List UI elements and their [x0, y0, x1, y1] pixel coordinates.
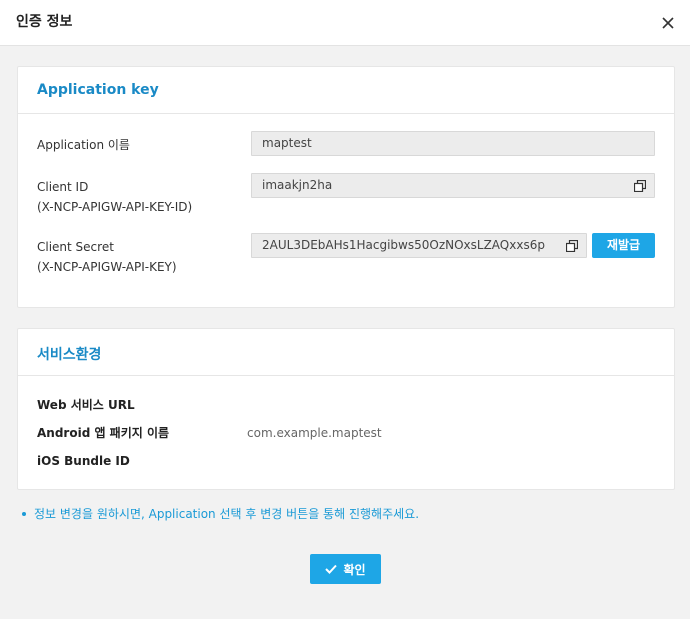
client-id-field: imaakjn2ha — [251, 173, 655, 198]
app-name-field: maptest — [251, 131, 655, 156]
web-url-label: Web 서비스 URL — [37, 398, 135, 412]
client-id-label: Client ID (X-NCP-APIGW-API-KEY-ID) — [37, 177, 192, 217]
client-secret-value: 2AUL3DEbAHs1Hacgibws50OzNOxsLZAQxxs6p — [262, 238, 545, 252]
app-name-label: Application 이름 — [37, 138, 130, 152]
auth-info-modal: 인증 정보 Application key Application 이름 map… — [0, 0, 690, 619]
notice-message: 정보 변경을 원하시면, Application 선택 후 변경 버튼을 통해 … — [34, 507, 420, 521]
client-secret-label: Client Secret (X-NCP-APIGW-API-KEY) — [37, 237, 177, 277]
confirm-button[interactable]: 확인 — [310, 554, 381, 584]
notice-text: 정보 변경을 원하시면, Application 선택 후 변경 버튼을 통해 … — [22, 505, 419, 523]
application-key-card: Application key Application 이름 maptest C… — [17, 66, 675, 308]
close-button[interactable] — [658, 13, 678, 33]
modal-title: 인증 정보 — [16, 14, 73, 30]
client-id-label-line1: Client ID — [37, 180, 89, 194]
bullet-dot-icon — [22, 511, 26, 516]
copy-icon — [634, 180, 646, 192]
reissue-button[interactable]: 재발급 — [592, 233, 655, 258]
service-env-card: 서비스환경 Web 서비스 URL Android 앱 패키지 이름 com.e… — [17, 328, 675, 490]
confirm-label: 확인 — [343, 562, 366, 577]
copy-client-secret-button[interactable] — [566, 240, 578, 252]
client-secret-label-line1: Client Secret — [37, 240, 114, 254]
android-package-label: Android 앱 패키지 이름 — [37, 426, 170, 440]
ios-bundle-label: iOS Bundle ID — [37, 454, 130, 468]
service-env-header: 서비스환경 — [18, 329, 674, 376]
copy-icon — [566, 240, 578, 252]
modal-header: 인증 정보 — [0, 0, 690, 46]
client-id-label-line2: (X-NCP-APIGW-API-KEY-ID) — [37, 200, 193, 214]
service-env-title: 서비스환경 — [37, 347, 102, 363]
copy-client-id-button[interactable] — [634, 180, 646, 192]
application-key-header: Application key — [18, 67, 674, 114]
application-key-title: Application key — [37, 82, 159, 98]
client-secret-label-line2: (X-NCP-APIGW-API-KEY) — [37, 260, 177, 274]
android-package-value: com.example.maptest — [247, 426, 382, 440]
close-icon — [662, 17, 674, 29]
client-secret-field: 2AUL3DEbAHs1Hacgibws50OzNOxsLZAQxxs6p — [251, 233, 587, 258]
client-id-value: imaakjn2ha — [262, 178, 333, 192]
check-icon — [325, 564, 338, 574]
